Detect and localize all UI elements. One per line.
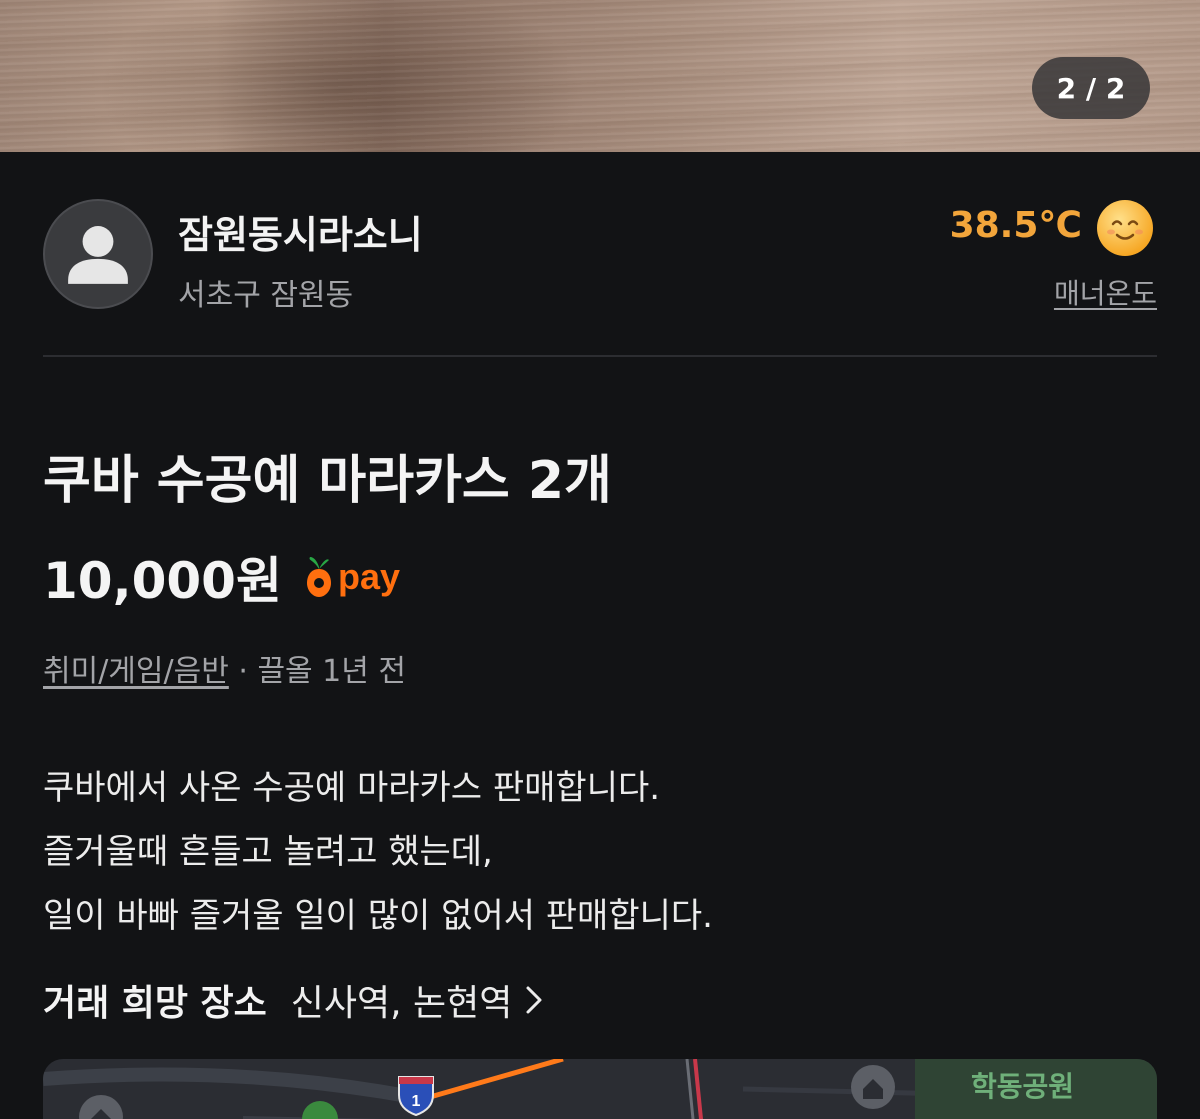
chevron-right-icon <box>524 983 544 1017</box>
trade-place-label: 거래 희망 장소 <box>43 983 267 1024</box>
product-meta: 취미/게임/음반 · 끌올 1년 전 <box>43 646 406 690</box>
seller-name[interactable]: 잠원동시라소니 <box>178 204 423 259</box>
route-number: 1 <box>412 1093 421 1110</box>
description-line: 일이 바빠 즐거울 일이 많이 없어서 판매합니다. <box>43 896 713 936</box>
trade-place-value: 신사역, 논현역 <box>290 983 513 1024</box>
seller-location: 서초구 잠원동 <box>178 278 354 313</box>
carrot-icon <box>306 557 331 597</box>
photo-counter: 2 / 2 <box>1032 57 1150 119</box>
meta-separator: · <box>228 654 258 689</box>
pay-label: pay <box>337 556 400 597</box>
product-price: 10,000원 <box>43 552 282 610</box>
description-line: 즐거울때 흔들고 놀려고 했는데, <box>43 832 493 872</box>
trade-place-map[interactable]: 1 학동공원 <box>43 1059 1157 1119</box>
manner-temperature-link[interactable]: 매너온도 <box>1054 272 1157 312</box>
bump-time: 끌올 1년 전 <box>257 654 406 689</box>
divider <box>43 355 1157 357</box>
seller-avatar[interactable] <box>43 199 153 309</box>
trade-place-row[interactable]: 거래 희망 장소 신사역, 논현역 <box>43 975 544 1025</box>
karrot-pay-badge: pay <box>304 555 400 599</box>
manner-temperature: 38.5℃ <box>949 205 1082 246</box>
description-line: 쿠바에서 사온 수공예 마라카스 판매합니다. <box>43 768 661 808</box>
product-photo[interactable]: 2 / 2 <box>0 0 1200 152</box>
smiling-face-icon <box>1097 200 1153 256</box>
user-icon <box>68 226 128 284</box>
product-description: 쿠바에서 사온 수공예 마라카스 판매합니다. 즐거울때 흔들고 놀려고 했는데… <box>43 756 1153 948</box>
product-title: 쿠바 수공예 마라카스 2개 <box>43 451 612 511</box>
route-shield-icon: 1 <box>398 1076 434 1117</box>
category-link[interactable]: 취미/게임/음반 <box>43 654 229 689</box>
price-row: 10,000원 pay <box>43 545 400 610</box>
map-park-label: 학동공원 <box>971 1070 1075 1103</box>
